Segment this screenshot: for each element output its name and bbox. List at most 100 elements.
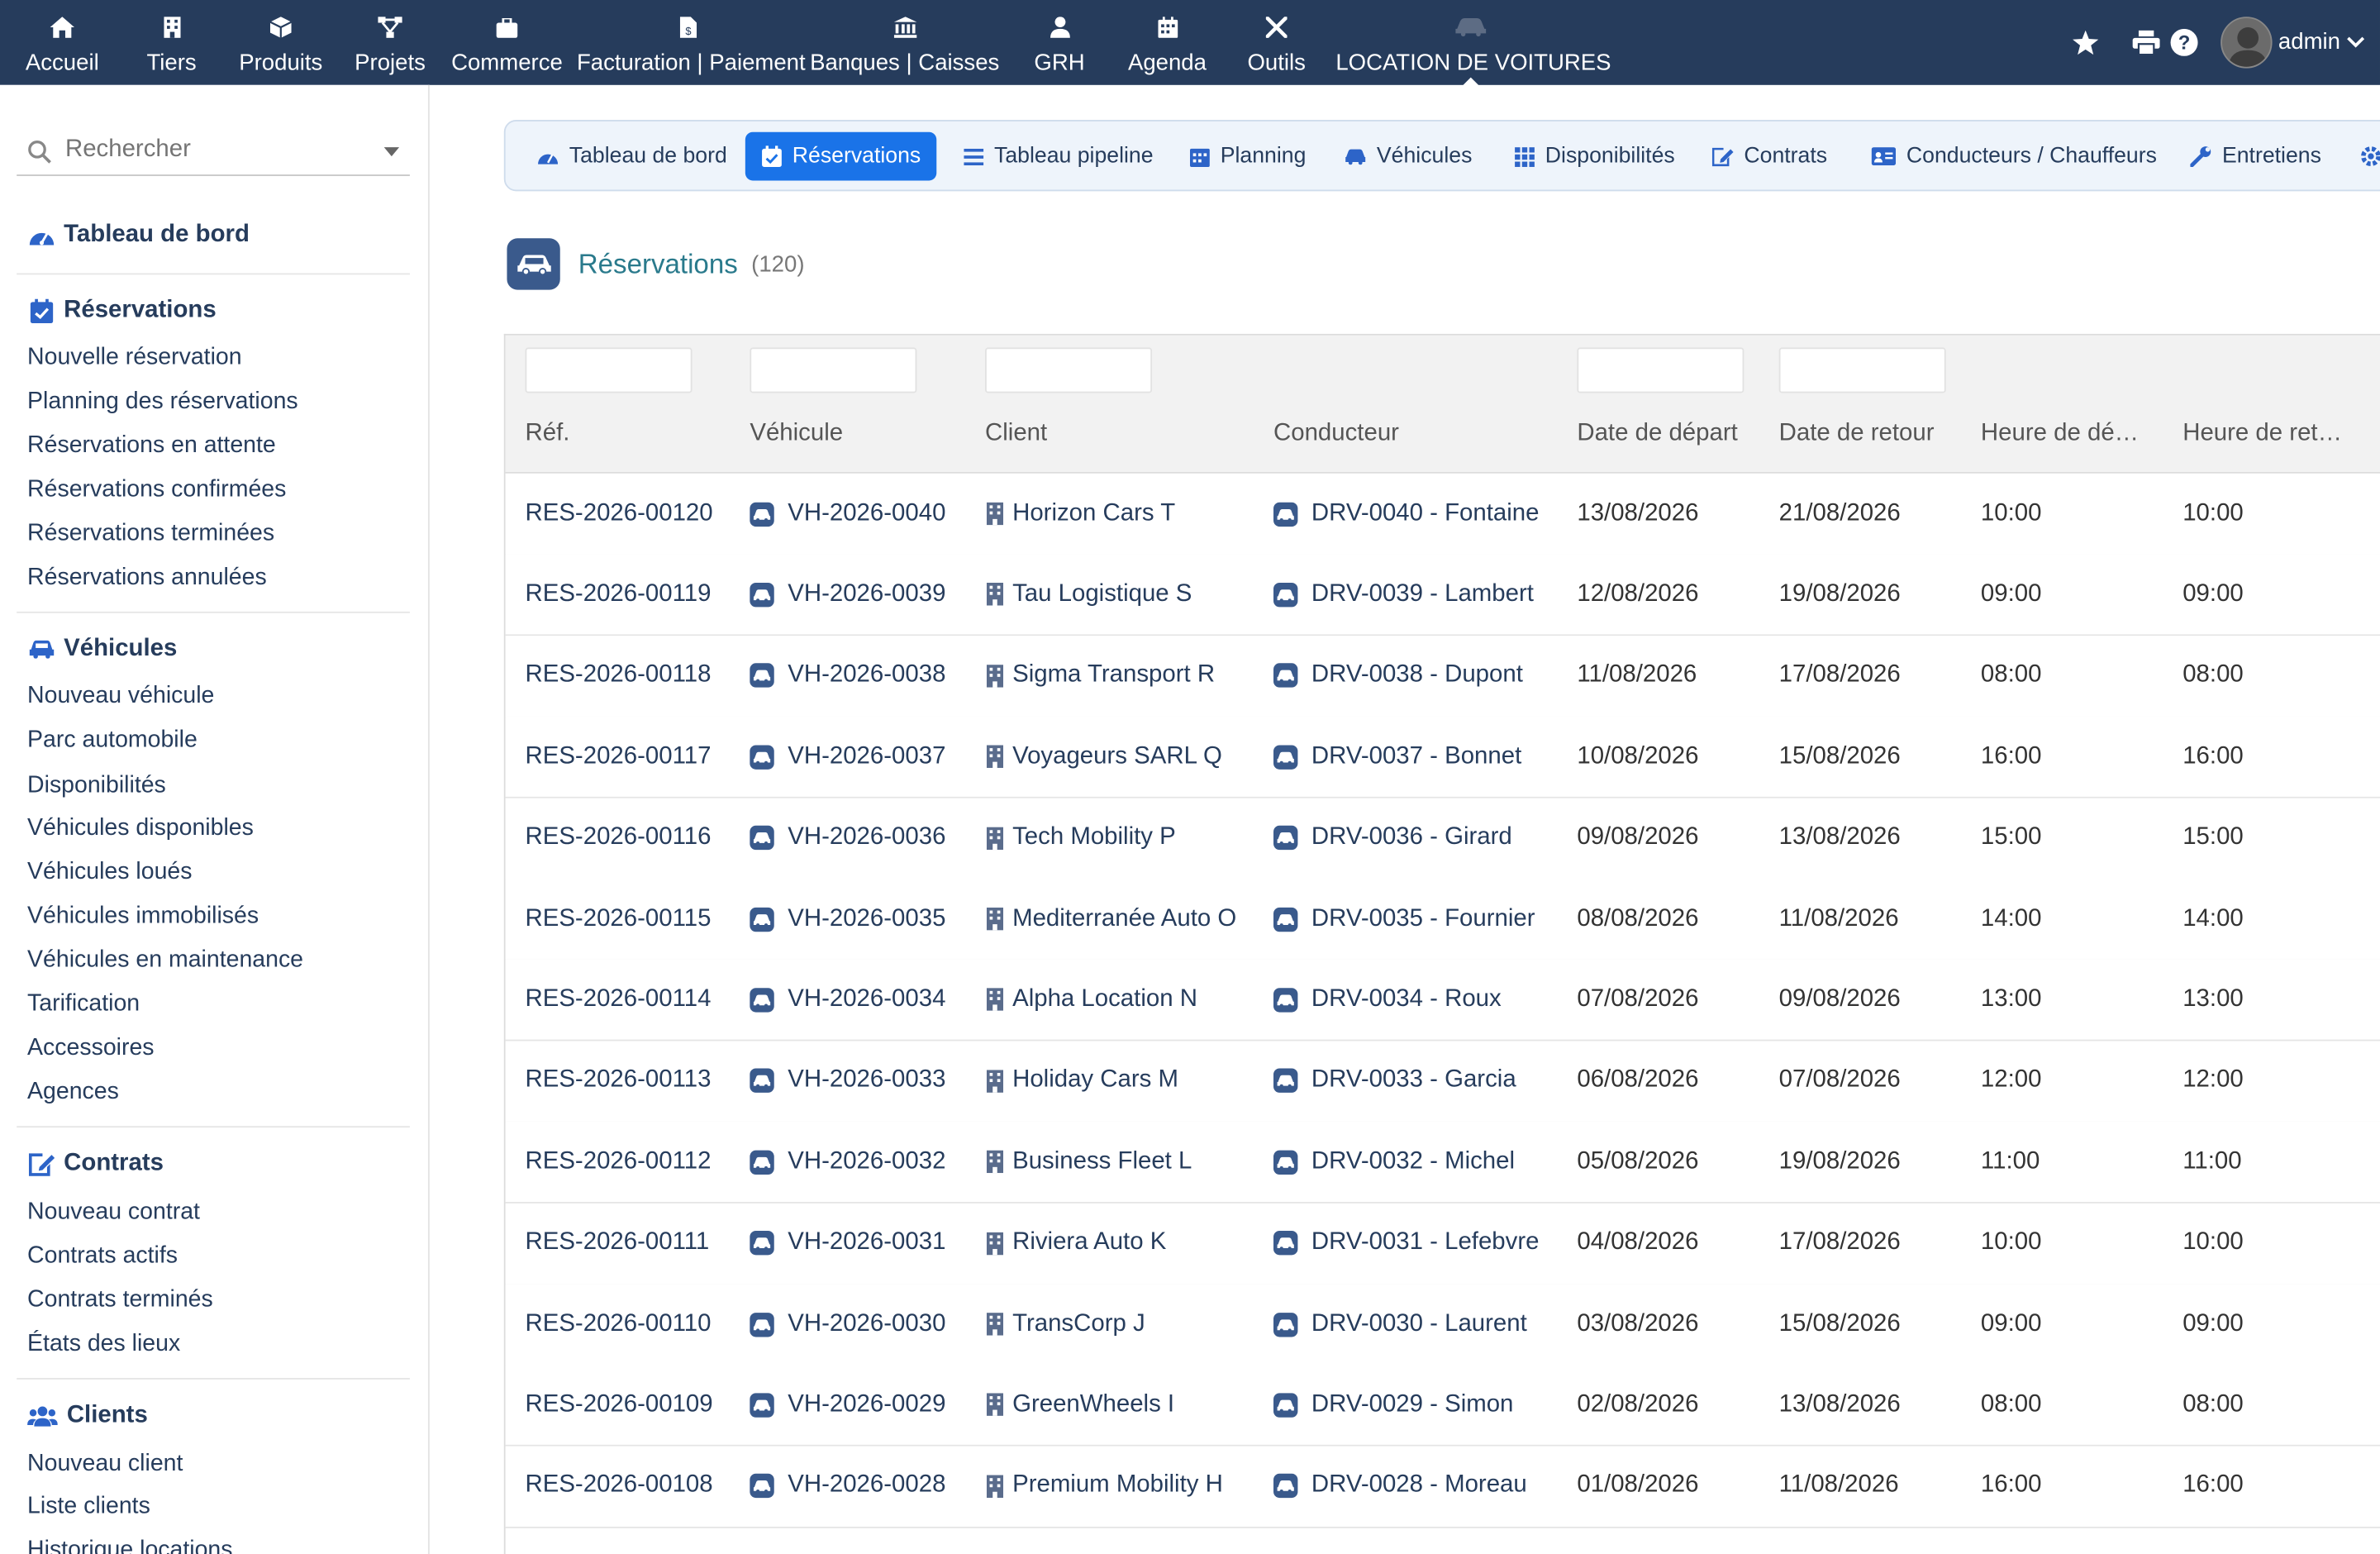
cell-conducteur[interactable]: DRV-0031 - Lefebvre xyxy=(1273,1203,1539,1283)
column-header-conducteur[interactable]: Conducteur xyxy=(1273,421,1562,448)
cell-conducteur[interactable]: DRV-0036 - Girard xyxy=(1273,798,1512,878)
cell-vehicule[interactable]: VH-2026-0033 xyxy=(750,1041,945,1121)
cell-vehicule[interactable]: VH-2026-0030 xyxy=(750,1284,945,1364)
table-row[interactable]: RES-2026-00113 VH-2026-0033 Holiday Cars M… xyxy=(505,1041,2380,1123)
topnav-banques[interactable]: Banques | Caisses xyxy=(807,0,1002,85)
topnav-produits[interactable]: Produits xyxy=(228,0,335,85)
cell-vehicule[interactable]: VH-2026-0040 xyxy=(750,474,945,554)
cell-vehicule[interactable]: VH-2026-0029 xyxy=(750,1365,945,1445)
topnav-facturation[interactable]: $ Facturation | Paiement xyxy=(577,0,806,85)
cell-client[interactable]: Sigma Transport R xyxy=(985,636,1215,716)
tab-contrats[interactable]: Contrats xyxy=(1697,132,1842,181)
cell-ref[interactable]: RES-2026-00118 xyxy=(526,636,712,716)
sidebar-link-reservations-terminees[interactable]: Réservations terminées xyxy=(27,521,274,548)
filter-date-retour-input[interactable] xyxy=(1778,347,1946,393)
cell-ref[interactable]: RES-2026-00109 xyxy=(526,1365,713,1445)
table-row[interactable]: RES-2026-00112 VH-2026-0032 Business Fleet… xyxy=(505,1122,2380,1204)
cell-ref[interactable]: RES-2026-00116 xyxy=(526,798,712,878)
sidebar-section-reservations[interactable]: Réservations xyxy=(27,298,217,325)
table-row[interactable]: RES-2026-00110 VH-2026-0030 TransCorp J DRV… xyxy=(505,1284,2380,1366)
column-header-vehicule[interactable]: Véhicule xyxy=(750,421,962,448)
tab-more[interactable] xyxy=(2345,132,2380,181)
sidebar-link-vehicules-disponibles[interactable]: Véhicules disponibles xyxy=(27,815,254,842)
sidebar-link-agences[interactable]: Agences xyxy=(27,1079,119,1106)
column-header-date-retour[interactable]: Date de retour xyxy=(1779,421,1969,448)
table-row[interactable]: RES-2026-00109 VH-2026-0029 GreenWheels I D… xyxy=(505,1365,2380,1447)
sidebar-link-planning-reservations[interactable]: Planning des réservations xyxy=(27,388,298,416)
tab-conducteurs[interactable]: Conducteurs / Chauffeurs xyxy=(1856,132,2172,181)
table-row[interactable]: RES-2026-00114 VH-2026-0034 Alpha Location… xyxy=(505,960,2380,1042)
cell-conducteur[interactable]: DRV-0030 - Laurent xyxy=(1273,1284,1527,1364)
sidebar-link-vehicules-immobilises[interactable]: Véhicules immobilisés xyxy=(27,903,259,930)
tab-vehicules[interactable]: Véhicules xyxy=(1330,132,1488,181)
print-icon[interactable] xyxy=(2131,27,2162,58)
column-header-heure-retour[interactable]: Heure de ret… xyxy=(2182,421,2373,448)
chevron-down-icon[interactable] xyxy=(2340,27,2371,58)
topnav-tiers[interactable]: Tiers xyxy=(127,0,216,85)
cell-client[interactable]: Riviera Auto K xyxy=(985,1203,1166,1283)
cell-client[interactable]: Tau Logistique S xyxy=(985,555,1192,635)
cell-ref[interactable]: RES-2026-00112 xyxy=(526,1122,712,1202)
cell-ref[interactable]: RES-2026-00117 xyxy=(526,717,712,797)
cell-ref[interactable]: RES-2026-00113 xyxy=(526,1041,712,1121)
topnav-outils[interactable]: Outils xyxy=(1232,0,1321,85)
table-row[interactable]: RES-2026-00108 VH-2026-0028 Premium Mobili… xyxy=(505,1446,2380,1528)
tab-tableau-de-bord[interactable]: Tableau de bord xyxy=(522,132,742,181)
column-header-heure-depart[interactable]: Heure de dé… xyxy=(1981,421,2171,448)
sidebar-link-historique-locations[interactable]: Historique locations xyxy=(27,1537,232,1554)
topnav-location-voitures[interactable]: LOCATION DE VOITURES xyxy=(1335,0,1611,87)
cell-vehicule[interactable]: VH-2026-0038 xyxy=(750,636,945,716)
cell-client[interactable]: GreenWheels I xyxy=(985,1365,1174,1445)
cell-client[interactable]: Business Fleet L xyxy=(985,1122,1192,1202)
topnav-projets[interactable]: Projets xyxy=(346,0,435,85)
cell-client[interactable]: Alpha Location N xyxy=(985,960,1197,1040)
sidebar-section-contrats[interactable]: Contrats xyxy=(27,1151,164,1178)
sidebar-link-nouveau-client[interactable]: Nouveau client xyxy=(27,1451,183,1478)
filter-ref-input[interactable] xyxy=(525,347,693,393)
tab-tableau-pipeline[interactable]: Tableau pipeline xyxy=(947,132,1169,181)
cell-vehicule[interactable]: VH-2026-0037 xyxy=(750,717,945,797)
cell-conducteur[interactable]: DRV-0038 - Dupont xyxy=(1273,636,1523,716)
column-header-ref[interactable]: Réf. xyxy=(526,421,738,448)
table-row[interactable]: RES-2026-00118 VH-2026-0038 Sigma Transpor… xyxy=(505,635,2380,718)
cell-conducteur[interactable]: DRV-0040 - Fontaine xyxy=(1273,474,1539,554)
table-row[interactable]: RES-2026-00117 VH-2026-0037 Voyageurs SARL… xyxy=(505,716,2380,799)
table-row[interactable]: RES-2026-00119 VH-2026-0039 Tau Logistique… xyxy=(505,554,2380,636)
filter-vehicule-input[interactable] xyxy=(750,347,917,393)
cell-client[interactable]: Premium Mobility H xyxy=(985,1446,1223,1526)
sidebar-link-liste-clients[interactable]: Liste clients xyxy=(27,1494,150,1521)
help-icon[interactable]: ? xyxy=(2169,27,2200,58)
sidebar-link-vehicules-maintenance[interactable]: Véhicules en maintenance xyxy=(27,947,303,975)
tab-entretiens[interactable]: Entretiens xyxy=(2175,132,2336,181)
sidebar-link-contrats-termines[interactable]: Contrats terminés xyxy=(27,1287,213,1314)
cell-conducteur[interactable]: DRV-0034 - Roux xyxy=(1273,960,1502,1040)
sidebar-section-vehicules[interactable]: Véhicules xyxy=(27,636,177,663)
tab-planning[interactable]: Planning xyxy=(1173,132,1321,181)
cell-ref[interactable]: RES-2026-00115 xyxy=(526,879,712,959)
topnav-grh[interactable]: GRH xyxy=(1017,0,1102,85)
cell-vehicule[interactable]: VH-2026-0031 xyxy=(750,1203,945,1283)
cell-vehicule[interactable]: VH-2026-0028 xyxy=(750,1446,945,1526)
sidebar-dashboard[interactable]: Tableau de bord xyxy=(27,222,250,249)
cell-conducteur[interactable]: DRV-0029 - Simon xyxy=(1273,1365,1513,1445)
cell-ref[interactable]: RES-2026-00120 xyxy=(526,474,713,554)
cell-client[interactable]: Voyageurs SARL Q xyxy=(985,717,1222,797)
search-input[interactable] xyxy=(64,136,369,164)
cell-vehicule[interactable]: VH-2026-0034 xyxy=(750,960,945,1040)
sidebar-link-contrats-actifs[interactable]: Contrats actifs xyxy=(27,1243,178,1270)
sidebar-link-nouveau-contrat[interactable]: Nouveau contrat xyxy=(27,1199,200,1226)
username[interactable]: admin xyxy=(2278,29,2340,55)
tab-reservations[interactable]: Réservations xyxy=(745,131,936,181)
sidebar-section-clients[interactable]: Clients xyxy=(27,1402,148,1429)
cell-conducteur[interactable]: DRV-0028 - Moreau xyxy=(1273,1446,1527,1526)
cell-vehicule[interactable]: VH-2026-0032 xyxy=(750,1122,945,1202)
sidebar-link-accessoires[interactable]: Accessoires xyxy=(27,1035,154,1062)
cell-conducteur[interactable]: DRV-0032 - Michel xyxy=(1273,1122,1515,1202)
topnav-accueil[interactable]: Accueil xyxy=(0,0,125,85)
cell-ref[interactable]: RES-2026-00114 xyxy=(526,960,712,1040)
topnav-commerce[interactable]: Commerce xyxy=(446,0,568,85)
chevron-down-icon[interactable] xyxy=(383,147,400,157)
topnav-agenda[interactable]: Agenda xyxy=(1117,0,1217,85)
avatar[interactable] xyxy=(2221,17,2273,69)
sidebar-link-etats-des-lieux[interactable]: États des lieux xyxy=(27,1331,180,1358)
